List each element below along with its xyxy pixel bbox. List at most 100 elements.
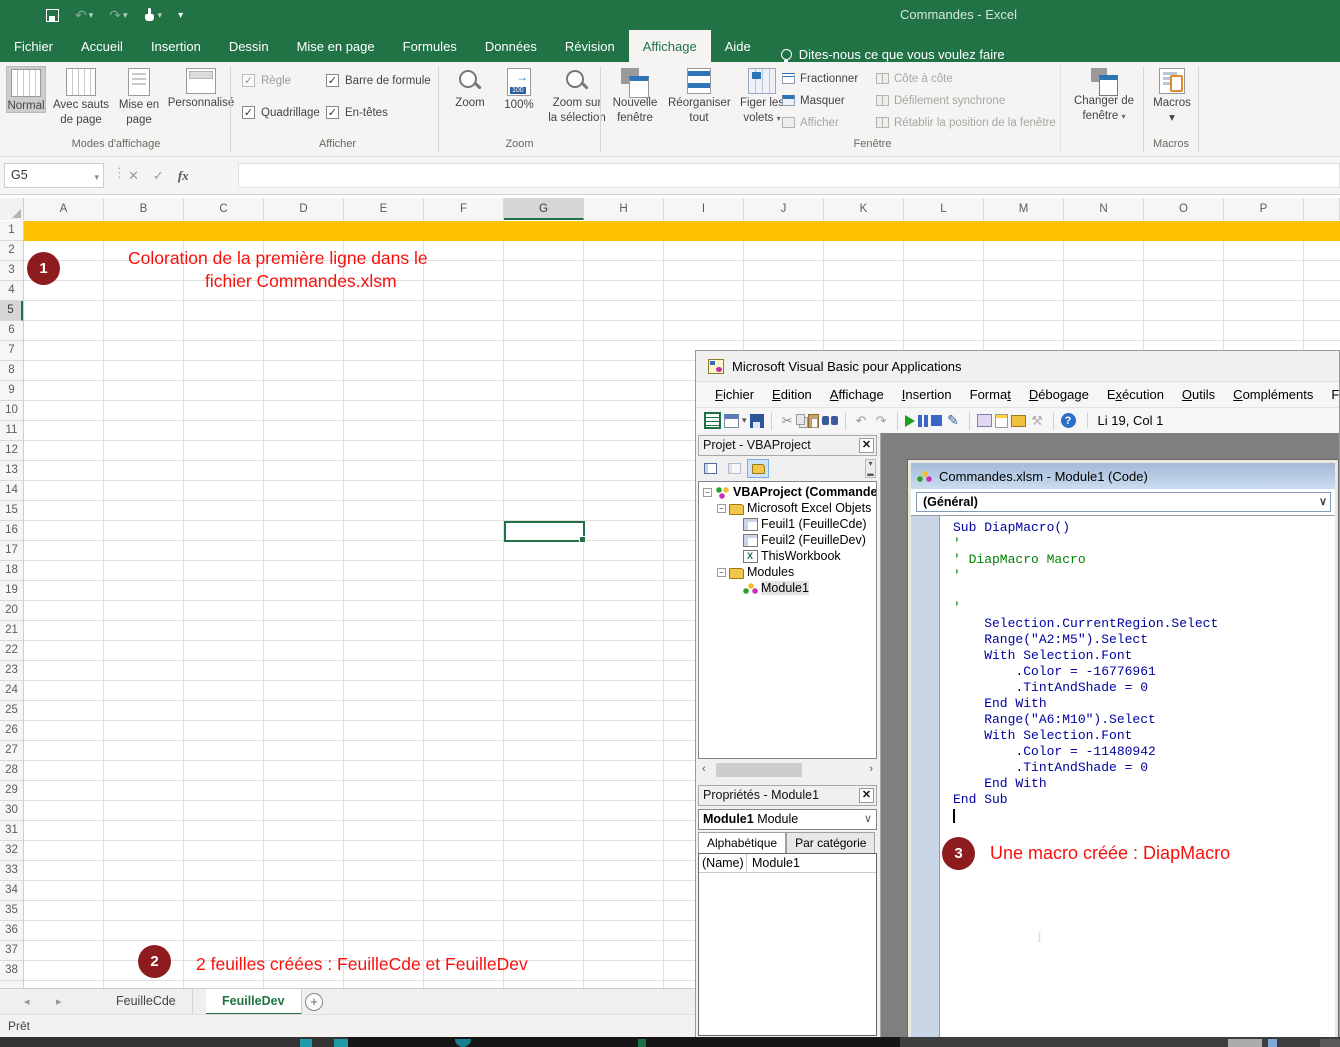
tree-item-module1[interactable]: Module1: [699, 580, 876, 596]
row-header-31[interactable]: 31: [0, 821, 23, 841]
code-window-titlebar[interactable]: Commandes.xlsm - Module1 (Code): [911, 463, 1335, 489]
paste-icon[interactable]: [808, 414, 819, 428]
window-small-button-fractionner[interactable]: Fractionner: [782, 70, 858, 87]
checkbox-en-têtes[interactable]: ✓En-têtes: [326, 106, 388, 119]
run-macro-icon[interactable]: [905, 415, 915, 427]
row-header-10[interactable]: 10: [0, 401, 23, 421]
project-explorer-icon[interactable]: [977, 414, 992, 427]
view-button-avec-sauts[interactable]: Avec sautsde page: [50, 66, 112, 126]
vba-menu-excution[interactable]: Exécution: [1098, 387, 1173, 402]
view-button-personnalisé[interactable]: Personnalisé: [166, 66, 236, 109]
tree-item-modules[interactable]: −Modules: [699, 564, 876, 580]
column-header-O[interactable]: O: [1144, 198, 1224, 220]
checkbox-icon[interactable]: ✓: [242, 106, 255, 119]
window-button-réorganiser[interactable]: Réorganisertout: [668, 66, 730, 124]
column-header-P[interactable]: P: [1224, 198, 1304, 220]
ribbon-tab-aide[interactable]: Aide: [711, 30, 765, 62]
vba-menu-fentre[interactable]: Fenêtre: [1322, 387, 1340, 402]
window-button-figer-les[interactable]: Figer lesvolets ▾: [736, 66, 788, 125]
tree-item-microsoft-excel-objets[interactable]: −Microsoft Excel Objets: [699, 500, 876, 516]
project-tree[interactable]: −VBAProject (Commande−Microsoft Excel Ob…: [698, 481, 877, 759]
column-header-partial[interactable]: [1304, 198, 1340, 220]
row-header-7[interactable]: 7: [0, 341, 23, 361]
zoom-button-100-[interactable]: 100%: [498, 66, 540, 111]
column-header-M[interactable]: M: [984, 198, 1064, 220]
property-value[interactable]: Module1: [747, 854, 805, 872]
vba-menu-complments[interactable]: Compléments: [1224, 387, 1322, 402]
row-header-6[interactable]: 6: [0, 321, 23, 341]
redo-icon[interactable]: ↷▾: [109, 7, 127, 24]
row-header-24[interactable]: 24: [0, 681, 23, 701]
column-header-J[interactable]: J: [744, 198, 824, 220]
row-header-30[interactable]: 30: [0, 801, 23, 821]
row-header-29[interactable]: 29: [0, 781, 23, 801]
general-dropdown[interactable]: (Général) ∨: [916, 492, 1331, 512]
ribbon-tab-révision[interactable]: Révision: [551, 30, 629, 62]
row-header-8[interactable]: 8: [0, 361, 23, 381]
ribbon-tab-formules[interactable]: Formules: [389, 30, 471, 62]
column-header-F[interactable]: F: [424, 198, 504, 220]
row-header-37[interactable]: 37: [0, 941, 23, 961]
scroll-right-icon[interactable]: ›: [869, 763, 873, 775]
zoom-button-zoom[interactable]: Zoom: [448, 66, 492, 109]
sheet-nav-left-icon[interactable]: ◂: [24, 995, 30, 1008]
sheet-nav-right-icon[interactable]: ▸: [56, 995, 62, 1008]
row-header-11[interactable]: 11: [0, 421, 23, 441]
row-header-1[interactable]: 1: [0, 221, 23, 241]
cancel-icon[interactable]: ✕: [128, 168, 139, 184]
ribbon-tab-affichage[interactable]: Affichage: [629, 30, 711, 62]
switch-window-button[interactable]: Changer defenêtre ▾: [1072, 66, 1136, 123]
view-button-mise-en[interactable]: Mise enpage: [116, 66, 162, 126]
copy-icon[interactable]: [796, 414, 805, 425]
row-header-13[interactable]: 13: [0, 461, 23, 481]
ribbon-tab-dessin[interactable]: Dessin: [215, 30, 283, 62]
undo-icon[interactable]: ↶▾: [75, 7, 93, 24]
scroll-left-icon[interactable]: ‹: [702, 763, 706, 775]
save-icon[interactable]: [46, 9, 59, 22]
row-header-28[interactable]: 28: [0, 761, 23, 781]
row-header-23[interactable]: 23: [0, 661, 23, 681]
row-header-17[interactable]: 17: [0, 541, 23, 561]
touch-mode-icon[interactable]: ▾: [144, 8, 163, 22]
checkbox-barre-de-formule[interactable]: ✓Barre de formule: [326, 74, 431, 87]
row-header-20[interactable]: 20: [0, 601, 23, 621]
row-header-27[interactable]: 27: [0, 741, 23, 761]
help-icon[interactable]: ?: [1061, 413, 1076, 428]
object-browser-icon[interactable]: [1011, 415, 1026, 427]
vba-menu-edition[interactable]: Edition: [763, 387, 821, 402]
name-box-caret-icon[interactable]: ▾: [94, 172, 99, 183]
row-header-34[interactable]: 34: [0, 881, 23, 901]
vba-menu-dbogage[interactable]: Débogage: [1020, 387, 1098, 402]
sheet-tab-feuillecde[interactable]: FeuilleCde: [100, 989, 193, 1015]
row-header-18[interactable]: 18: [0, 561, 23, 581]
row-header-16[interactable]: 16: [0, 521, 23, 541]
macros-button[interactable]: Macros▾: [1150, 66, 1194, 124]
selected-cell-g5[interactable]: [504, 521, 585, 542]
vba-menu-fichier[interactable]: Fichier: [706, 387, 763, 402]
vba-titlebar[interactable]: Microsoft Visual Basic pour Applications: [696, 351, 1339, 381]
vba-menu-insertion[interactable]: Insertion: [893, 387, 961, 402]
chevron-down-icon[interactable]: ∨: [1319, 495, 1327, 508]
property-row[interactable]: (Name)Module1: [699, 854, 876, 873]
tree-expander-icon[interactable]: −: [703, 488, 712, 497]
row-header-3[interactable]: 3: [0, 261, 23, 281]
redo-icon[interactable]: ↷: [873, 412, 890, 429]
save-icon[interactable]: [750, 414, 764, 428]
tree-expander-icon[interactable]: −: [717, 504, 726, 513]
row-header-33[interactable]: 33: [0, 861, 23, 881]
row-header-12[interactable]: 12: [0, 441, 23, 461]
view-object-icon[interactable]: [723, 459, 745, 478]
row-header-32[interactable]: 32: [0, 841, 23, 861]
vba-menu-format[interactable]: Format: [961, 387, 1020, 402]
column-header-K[interactable]: K: [824, 198, 904, 220]
tree-item-vbaproject-commande[interactable]: −VBAProject (Commande: [699, 484, 876, 500]
row-header-14[interactable]: 14: [0, 481, 23, 501]
column-header-A[interactable]: A: [24, 198, 104, 220]
row-header-36[interactable]: 36: [0, 921, 23, 941]
dropdown-caret-icon[interactable]: ▾: [742, 415, 747, 426]
window-small-button-masquer[interactable]: Masquer: [782, 92, 845, 109]
ribbon-tab-accueil[interactable]: Accueil: [67, 30, 137, 62]
tab-alphabetique[interactable]: Alphabétique: [698, 832, 786, 853]
checkbox-règle[interactable]: ✓Règle: [242, 74, 291, 87]
tree-item-feuil2-feuilledev-[interactable]: Feuil2 (FeuilleDev): [699, 532, 876, 548]
